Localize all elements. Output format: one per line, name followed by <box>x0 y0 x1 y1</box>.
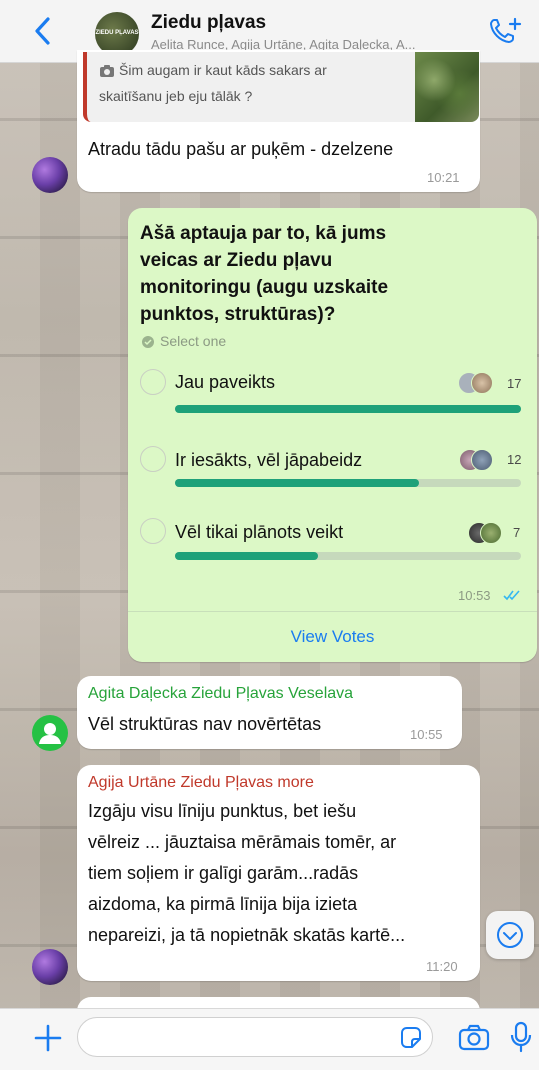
poll-question: Ašā aptauja par to, kā jums veicas ar Zi… <box>140 220 388 328</box>
poll-option-radio[interactable] <box>140 446 166 472</box>
voter-avatar <box>471 449 493 471</box>
poll-progress-track <box>175 405 521 413</box>
sender-avatar[interactable] <box>32 157 68 193</box>
message-text-line: Izgāju visu līniju punktus, bet iešu <box>88 801 357 821</box>
poll-progress-fill <box>175 405 521 413</box>
message-text-line: aizdoma, ka pirmā līnija bija izieta <box>88 894 358 914</box>
poll-option-label[interactable]: Vēl tikai plānots veikt <box>175 522 343 543</box>
add-call-icon[interactable] <box>488 16 522 46</box>
quoted-text-line: skaitīšanu jeb eju tālāk ? <box>99 88 253 104</box>
message-bubble[interactable]: Šim augam ir kaut kāds sakars ar skaitīš… <box>77 50 480 192</box>
voter-avatar <box>471 372 493 394</box>
chat-title[interactable]: Ziedu pļavas <box>151 12 266 34</box>
poll-option-label[interactable]: Ir iesākts, vēl jāpabeidz <box>175 450 362 471</box>
sender-avatar[interactable] <box>32 949 68 985</box>
microphone-icon[interactable] <box>510 1021 532 1053</box>
message-time: 10:21 <box>427 170 460 185</box>
poll-vote-count[interactable]: 7 <box>513 525 520 540</box>
poll-progress-fill <box>175 479 420 487</box>
camera-icon <box>100 65 114 77</box>
sticker-icon[interactable] <box>398 1025 424 1051</box>
view-votes-button[interactable]: View Votes <box>128 611 537 662</box>
group-avatar-logo-text: ZIEDU PĻAVAS <box>95 30 139 36</box>
double-check-icon <box>503 590 520 601</box>
sender-avatar[interactable] <box>32 715 68 751</box>
poll-option-radio[interactable] <box>140 369 166 395</box>
poll-question-line: monitoringu (augu uzskaite <box>140 277 389 298</box>
back-chevron-icon[interactable] <box>28 14 56 48</box>
message-text-line: vēlreiz ... jāuztaisa mērāmais tomēr, ar <box>88 832 397 852</box>
voter-avatar <box>480 522 502 544</box>
quoted-message[interactable]: Šim augam ir kaut kāds sakars ar skaitīš… <box>83 52 479 122</box>
plus-icon[interactable] <box>33 1023 63 1053</box>
scroll-to-bottom-button[interactable] <box>486 911 534 959</box>
message-text: Vēl struktūras nav novērtētas <box>88 714 322 734</box>
check-circle-icon <box>142 336 154 348</box>
poll-option-radio[interactable] <box>140 518 166 544</box>
quoted-image-thumbnail[interactable] <box>415 52 479 122</box>
poll-progress-fill <box>175 552 318 560</box>
poll-progress-track <box>175 479 521 487</box>
sender-name[interactable]: Agija Urtāne Ziedu Pļavas more <box>88 774 314 792</box>
sender-name[interactable]: Agita Daļecka Ziedu Pļavas Veselava <box>88 685 353 703</box>
message-time: 10:53 <box>458 588 491 603</box>
message-input[interactable] <box>77 1017 433 1057</box>
chevron-down-icon <box>497 922 523 948</box>
poll-vote-count[interactable]: 17 <box>507 376 521 391</box>
person-icon <box>39 723 61 744</box>
message-bubble[interactable]: Agija Urtāne Ziedu Pļavas more Izgāju vi… <box>77 765 480 981</box>
poll-option-label[interactable]: Jau paveikts <box>175 372 275 393</box>
message-text: Atradu tādu pašu ar puķēm - dzelzene <box>88 139 394 159</box>
poll-progress-track <box>175 552 521 560</box>
poll-question-line: veicas ar Ziedu pļavu <box>140 250 333 271</box>
poll-question-line: Ašā aptauja par to, kā jums <box>140 223 387 244</box>
poll-select-hint: Select one <box>160 333 227 349</box>
poll-bubble: Ašā aptauja par to, kā jums veicas ar Zi… <box>128 208 537 662</box>
message-text-line: tiem soļiem ir galīgi garām...radās <box>88 863 359 883</box>
message-time: 10:55 <box>410 727 443 742</box>
message-bubble[interactable]: Agita Daļecka Ziedu Pļavas Veselava Vēl … <box>77 676 462 749</box>
poll-question-line: punktos, struktūras)? <box>140 304 336 325</box>
camera-icon[interactable] <box>458 1024 490 1052</box>
message-text-line: nepareizi, ja tā nopietnāk skatās kartē.… <box>88 925 406 945</box>
quoted-text-line: Šim augam ir kaut kāds sakars ar <box>119 62 327 78</box>
poll-vote-count[interactable]: 12 <box>507 452 521 467</box>
message-time: 11:20 <box>426 959 458 974</box>
